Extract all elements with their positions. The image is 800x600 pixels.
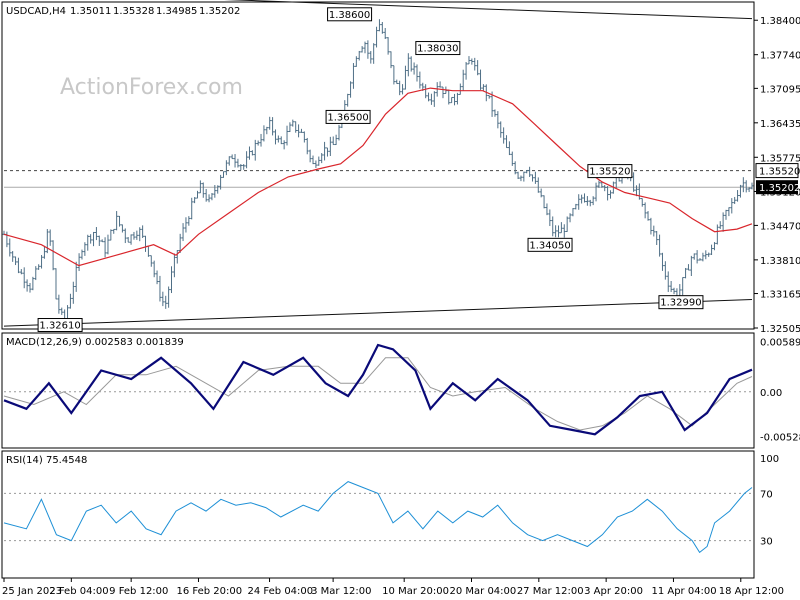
watermark: ActionForex.com <box>60 75 243 100</box>
x-tick-label: 3 Apr 20:00 <box>584 586 643 597</box>
moving-average-line <box>3 87 753 267</box>
price-tick-label: 1.38400 <box>760 16 800 27</box>
rsi-layer <box>3 481 753 554</box>
close-value: 1.35202 <box>199 6 240 17</box>
macd-title: MACD(12,26,9) 0.002583 0.001839 <box>6 337 184 348</box>
price-tick-label: 1.33165 <box>760 290 800 301</box>
macd-signal-line <box>3 357 753 431</box>
rsi-panel-frame <box>1 450 755 579</box>
x-tick-label: 27 Mar 12:00 <box>517 586 584 597</box>
dashed-level-badge-text: 1.35520 <box>759 167 800 178</box>
chart-canvas: ActionForex.com 1.386001.380301.365001.3… <box>1 0 800 597</box>
price-tick-label: 1.37095 <box>760 84 800 95</box>
price-panel-frame <box>1 1 755 330</box>
macd-panel-frame <box>1 332 755 449</box>
symbol-label: USDCAD,H4 <box>6 6 66 17</box>
rsi-tick-label: 30 <box>760 537 773 548</box>
annotation-label: 1.38600 <box>329 10 370 21</box>
trendline-1 <box>3 299 753 327</box>
chart-window: ActionForex.com 1.38600 1.38030 1.36500 1.3… <box>0 0 800 600</box>
annotation-label: 1.38030 <box>417 44 458 55</box>
x-tick-label: 11 Apr 04:00 <box>651 586 716 597</box>
x-tick-label: 2 Feb 04:00 <box>49 586 108 597</box>
rsi-line <box>3 481 753 554</box>
macd-line <box>3 343 753 436</box>
macd-tick-label: 0.005895 <box>760 338 800 349</box>
price-layer: 1.38600 1.38030 1.36500 1.35520 1.34050 1.329… <box>2 0 754 333</box>
open-value: 1.35011 <box>70 6 111 17</box>
price-tick-label: 1.33810 <box>760 256 800 267</box>
annotation-label: 1.35520 <box>589 167 630 178</box>
x-tick-label: 18 Apr 12:00 <box>719 586 784 597</box>
price-tick-label: 1.36435 <box>760 119 800 130</box>
annotation-label: 1.36500 <box>327 112 368 123</box>
x-tick-label: 16 Feb 20:00 <box>176 586 242 597</box>
rsi-title: RSI(14) 75.4548 <box>6 455 87 466</box>
macd-tick-label: 0.00 <box>760 388 782 399</box>
rsi-tick-label: 70 <box>760 489 773 500</box>
rsi-tick-label: 100 <box>760 454 779 465</box>
price-tick-label: 1.35775 <box>760 153 800 164</box>
x-tick-label: 10 Mar 20:00 <box>382 586 449 597</box>
annotation-label: 1.32990 <box>660 298 701 309</box>
price-tick-label: 1.32505 <box>760 324 800 335</box>
x-tick-label: 20 Mar 04:00 <box>450 586 517 597</box>
macd-tick-label: -0.005286 <box>760 433 800 444</box>
price-tick-label: 1.37740 <box>760 51 800 62</box>
high-value: 1.35328 <box>113 6 154 17</box>
x-tick-label: 9 Feb 12:00 <box>109 586 168 597</box>
price-tick-label: 1.34470 <box>760 221 800 232</box>
last-price-badge-text: 1.35202 <box>759 183 800 194</box>
low-value: 1.34985 <box>156 6 197 17</box>
x-tick-label: 3 Mar 12:00 <box>311 586 371 597</box>
annotation-label: 1.32610 <box>39 321 80 332</box>
x-tick-label: 24 Feb 04:00 <box>248 586 314 597</box>
annotation-label: 1.34050 <box>529 240 570 251</box>
macd-layer <box>3 343 753 436</box>
